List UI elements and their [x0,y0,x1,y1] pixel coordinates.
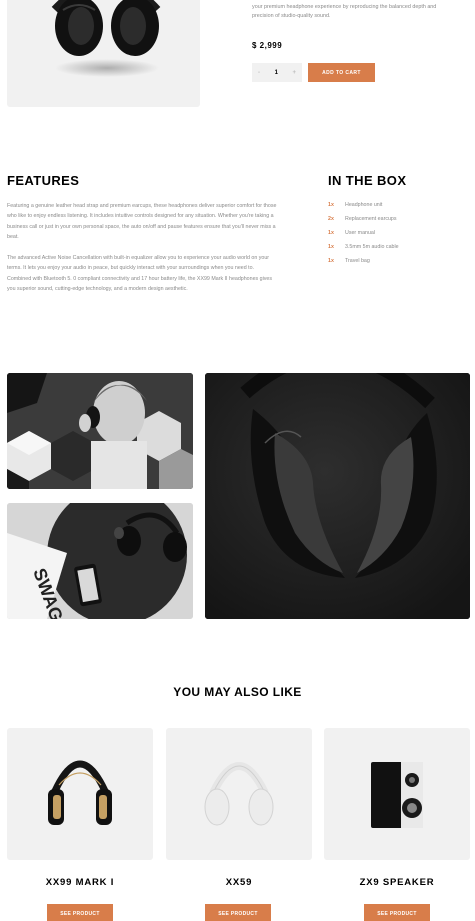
quantity-value: 1 [274,69,278,76]
headphones-gold-image [48,760,112,825]
list-item: 1x Travel bag [328,258,399,272]
item-label: 3.5mm 5m audio cable [345,244,399,250]
headphones-image [51,0,161,77]
gallery-image-man-with-headphones [7,373,193,489]
item-quantity: 1x [328,230,334,236]
item-label: User manual [345,230,376,236]
item-label: Replacement earcups [345,216,397,222]
product-card-image[interactable] [7,728,153,860]
item-label: Headphone unit [345,202,383,208]
decrement-button[interactable]: - [258,70,260,76]
list-item: 1x User manual [328,230,399,244]
features-paragraph: Featuring a genuine leather head strap a… [7,203,277,241]
product-card-name: XX99 MARK I [45,877,115,888]
item-quantity: 1x [328,258,334,264]
speaker-image [371,762,423,828]
product-card-name: XX59 [225,877,253,888]
list-item: 1x 3.5mm 5m audio cable [328,244,399,258]
features-heading: FEATURES [7,173,80,188]
item-quantity: 2x [328,216,334,222]
product-card-image[interactable] [324,728,470,860]
features-paragraph: The advanced Active Noise Cancellation w… [7,255,272,293]
item-quantity: 1x [328,244,334,250]
see-product-button[interactable]: SEE PRODUCT [205,904,271,921]
product-price: $ 2,999 [252,41,283,50]
gallery-image-flatlay: SWAG [7,503,193,619]
increment-button[interactable]: + [292,70,296,76]
in-the-box-list: 1x Headphone unit 2x Replacement earcups 1… [328,202,399,272]
item-label: Travel bag [345,258,370,264]
gallery-image-headphones-closeup [205,373,470,619]
related-heading: YOU MAY ALSO LIKE [173,685,302,699]
headphones-white-image [204,762,274,826]
add-to-cart-button[interactable]: ADD TO CART [308,63,375,82]
product-description: The new XX99 Mark II headphones is the p… [252,0,442,19]
see-product-button[interactable]: SEE PRODUCT [47,904,113,921]
item-quantity: 1x [328,202,334,208]
see-product-button[interactable]: SEE PRODUCT [364,904,430,921]
product-image [7,0,200,107]
product-card-name: ZX9 SPEAKER [359,877,435,888]
in-the-box-heading: IN THE BOX [328,173,407,188]
list-item: 1x Headphone unit [328,202,399,216]
quantity-stepper[interactable]: - 1 + [252,63,302,82]
product-card-image[interactable] [166,728,312,860]
list-item: 2x Replacement earcups [328,216,399,230]
